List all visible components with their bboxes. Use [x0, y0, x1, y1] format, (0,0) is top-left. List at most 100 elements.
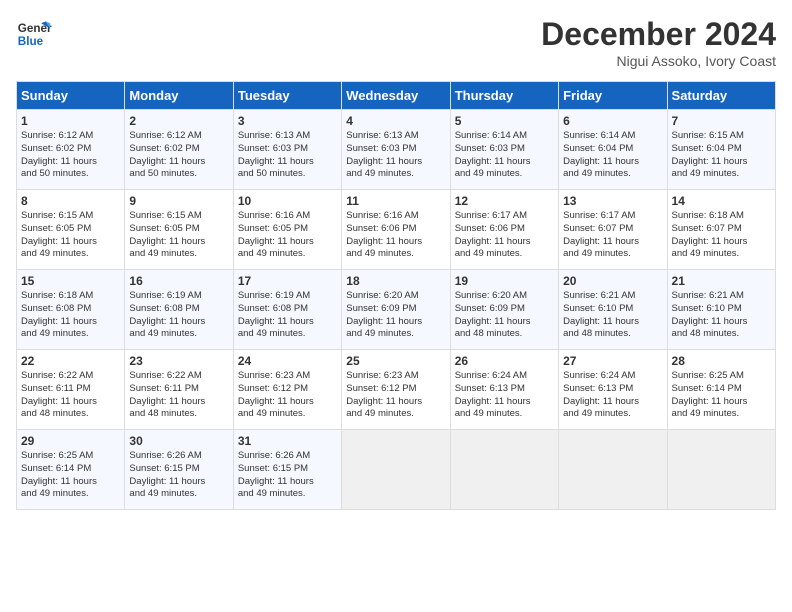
day-number: 3: [238, 114, 337, 128]
day-cell: 5 Sunrise: 6:14 AM Sunset: 6:03 PM Daylig…: [450, 110, 558, 190]
day-number: 5: [455, 114, 554, 128]
calendar-table: SundayMondayTuesdayWednesdayThursdayFrid…: [16, 81, 776, 510]
day-cell: 7 Sunrise: 6:15 AM Sunset: 6:04 PM Daylig…: [667, 110, 775, 190]
day-number: 27: [563, 354, 662, 368]
day-info: Sunrise: 6:24 AM Sunset: 6:13 PM Dayligh…: [455, 370, 554, 421]
day-info: Sunrise: 6:25 AM Sunset: 6:14 PM Dayligh…: [21, 450, 120, 501]
day-number: 7: [672, 114, 771, 128]
day-info: Sunrise: 6:16 AM Sunset: 6:06 PM Dayligh…: [346, 210, 445, 261]
day-number: 4: [346, 114, 445, 128]
header-cell-sunday: Sunday: [17, 82, 125, 110]
day-info: Sunrise: 6:20 AM Sunset: 6:09 PM Dayligh…: [455, 290, 554, 341]
calendar-subtitle: Nigui Assoko, Ivory Coast: [541, 53, 776, 69]
day-info: Sunrise: 6:21 AM Sunset: 6:10 PM Dayligh…: [672, 290, 771, 341]
day-number: 17: [238, 274, 337, 288]
day-number: 2: [129, 114, 228, 128]
logo: General Blue: [16, 16, 52, 52]
day-cell: [342, 430, 450, 510]
day-number: 23: [129, 354, 228, 368]
day-info: Sunrise: 6:14 AM Sunset: 6:04 PM Dayligh…: [563, 130, 662, 181]
day-cell: 26 Sunrise: 6:24 AM Sunset: 6:13 PM Dayli…: [450, 350, 558, 430]
day-cell: 9Sunrise: 6:15 AM Sunset: 6:05 PM Daylig…: [125, 190, 233, 270]
day-info: Sunrise: 6:15 AM Sunset: 6:04 PM Dayligh…: [672, 130, 771, 181]
day-cell: 13Sunrise: 6:17 AM Sunset: 6:07 PM Dayli…: [559, 190, 667, 270]
header-cell-tuesday: Tuesday: [233, 82, 341, 110]
day-number: 8: [21, 194, 120, 208]
day-cell: 17 Sunrise: 6:19 AM Sunset: 6:08 PM Dayli…: [233, 270, 341, 350]
day-info: Sunrise: 6:26 AM Sunset: 6:15 PM Dayligh…: [238, 450, 337, 501]
day-cell: 24 Sunrise: 6:23 AM Sunset: 6:12 PM Dayli…: [233, 350, 341, 430]
day-cell: 8 Sunrise: 6:15 AM Sunset: 6:05 PM Daylig…: [17, 190, 125, 270]
day-cell: 11 Sunrise: 6:16 AM Sunset: 6:06 PM Dayli…: [342, 190, 450, 270]
day-number: 30: [129, 434, 228, 448]
day-info: Sunrise: 6:19 AM Sunset: 6:08 PM Dayligh…: [238, 290, 337, 341]
day-number: 20: [563, 274, 662, 288]
day-info: Sunrise: 6:16 AM Sunset: 6:05 PM Dayligh…: [238, 210, 337, 261]
day-info: Sunrise: 6:23 AM Sunset: 6:12 PM Dayligh…: [238, 370, 337, 421]
day-number: 14: [672, 194, 771, 208]
day-number: 24: [238, 354, 337, 368]
day-number: 29: [21, 434, 120, 448]
day-cell: 30 Sunrise: 6:26 AM Sunset: 6:15 PM Dayli…: [125, 430, 233, 510]
day-number: 19: [455, 274, 554, 288]
day-number: 15: [21, 274, 120, 288]
day-info: Sunrise: 6:14 AM Sunset: 6:03 PM Dayligh…: [455, 130, 554, 181]
header-cell-wednesday: Wednesday: [342, 82, 450, 110]
day-cell: 29 Sunrise: 6:25 AM Sunset: 6:14 PM Dayli…: [17, 430, 125, 510]
header-cell-monday: Monday: [125, 82, 233, 110]
day-cell: 12Sunrise: 6:17 AM Sunset: 6:06 PM Dayli…: [450, 190, 558, 270]
day-cell: 1 Sunrise: 6:12 AM Sunset: 6:02 PM Daylig…: [17, 110, 125, 190]
calendar-body: 1 Sunrise: 6:12 AM Sunset: 6:02 PM Daylig…: [17, 110, 776, 510]
day-cell: 25 Sunrise: 6:23 AM Sunset: 6:12 PM Dayli…: [342, 350, 450, 430]
day-info: Sunrise: 6:21 AM Sunset: 6:10 PM Dayligh…: [563, 290, 662, 341]
day-cell: 4 Sunrise: 6:13 AM Sunset: 6:03 PM Daylig…: [342, 110, 450, 190]
svg-text:Blue: Blue: [18, 35, 44, 48]
week-row-2: 8 Sunrise: 6:15 AM Sunset: 6:05 PM Daylig…: [17, 190, 776, 270]
day-cell: 22 Sunrise: 6:22 AM Sunset: 6:11 PM Dayli…: [17, 350, 125, 430]
title-area: December 2024 Nigui Assoko, Ivory Coast: [541, 16, 776, 69]
day-number: 12: [455, 194, 554, 208]
day-info: Sunrise: 6:23 AM Sunset: 6:12 PM Dayligh…: [346, 370, 445, 421]
day-info: Sunrise: 6:26 AM Sunset: 6:15 PM Dayligh…: [129, 450, 228, 501]
week-row-4: 22 Sunrise: 6:22 AM Sunset: 6:11 PM Dayli…: [17, 350, 776, 430]
day-info: Sunrise: 6:18 AM Sunset: 6:07 PM Dayligh…: [672, 210, 771, 261]
day-number: 28: [672, 354, 771, 368]
day-info: Sunrise: 6:20 AM Sunset: 6:09 PM Dayligh…: [346, 290, 445, 341]
day-info: Sunrise: 6:22 AM Sunset: 6:11 PM Dayligh…: [21, 370, 120, 421]
calendar-title: December 2024: [541, 16, 776, 53]
week-row-1: 1 Sunrise: 6:12 AM Sunset: 6:02 PM Daylig…: [17, 110, 776, 190]
day-cell: 2 Sunrise: 6:12 AM Sunset: 6:02 PM Daylig…: [125, 110, 233, 190]
day-info: Sunrise: 6:15 AM Sunset: 6:05 PM Dayligh…: [21, 210, 120, 261]
day-cell: 28 Sunrise: 6:25 AM Sunset: 6:14 PM Dayli…: [667, 350, 775, 430]
day-info: Sunrise: 6:19 AM Sunset: 6:08 PM Dayligh…: [129, 290, 228, 341]
day-number: 1: [21, 114, 120, 128]
day-number: 22: [21, 354, 120, 368]
day-cell: 14 Sunrise: 6:18 AM Sunset: 6:07 PM Dayli…: [667, 190, 775, 270]
day-number: 31: [238, 434, 337, 448]
day-number: 6: [563, 114, 662, 128]
day-cell: 31 Sunrise: 6:26 AM Sunset: 6:15 PM Dayli…: [233, 430, 341, 510]
day-number: 25: [346, 354, 445, 368]
day-info: Sunrise: 6:25 AM Sunset: 6:14 PM Dayligh…: [672, 370, 771, 421]
day-number: 21: [672, 274, 771, 288]
day-cell: 19 Sunrise: 6:20 AM Sunset: 6:09 PM Dayli…: [450, 270, 558, 350]
header-row: SundayMondayTuesdayWednesdayThursdayFrid…: [17, 82, 776, 110]
day-info: Sunrise: 6:13 AM Sunset: 6:03 PM Dayligh…: [346, 130, 445, 181]
day-info: Sunrise: 6:12 AM Sunset: 6:02 PM Dayligh…: [129, 130, 228, 181]
week-row-5: 29 Sunrise: 6:25 AM Sunset: 6:14 PM Dayli…: [17, 430, 776, 510]
day-cell: 21 Sunrise: 6:21 AM Sunset: 6:10 PM Dayli…: [667, 270, 775, 350]
day-info: Sunrise: 6:12 AM Sunset: 6:02 PM Dayligh…: [21, 130, 120, 181]
day-number: 10: [238, 194, 337, 208]
day-cell: 15 Sunrise: 6:18 AM Sunset: 6:08 PM Dayli…: [17, 270, 125, 350]
day-number: 11: [346, 194, 445, 208]
day-cell: [667, 430, 775, 510]
day-info: Sunrise: 6:15 AM Sunset: 6:05 PM Dayligh…: [129, 210, 228, 261]
day-number: 26: [455, 354, 554, 368]
day-cell: 27Sunrise: 6:24 AM Sunset: 6:13 PM Dayli…: [559, 350, 667, 430]
day-cell: [559, 430, 667, 510]
day-info: Sunrise: 6:17 AM Sunset: 6:07 PM Dayligh…: [563, 210, 662, 261]
day-cell: 10 Sunrise: 6:16 AM Sunset: 6:05 PM Dayli…: [233, 190, 341, 270]
logo-icon: General Blue: [16, 16, 52, 52]
day-info: Sunrise: 6:18 AM Sunset: 6:08 PM Dayligh…: [21, 290, 120, 341]
day-cell: 18Sunrise: 6:20 AM Sunset: 6:09 PM Dayli…: [342, 270, 450, 350]
